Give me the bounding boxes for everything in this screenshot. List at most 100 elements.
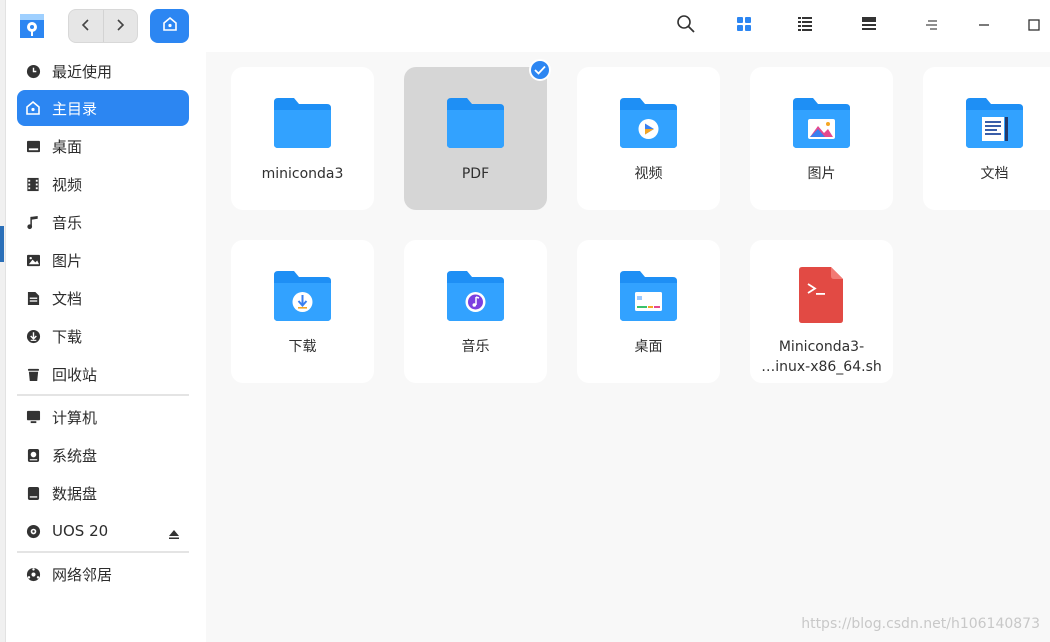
file-name: 图片 [807, 166, 836, 182]
sidebar-item-pictures[interactable]: 图片 [17, 242, 189, 278]
file-item[interactable]: 图片 [750, 67, 893, 210]
file-name: 视频 [634, 166, 663, 182]
file-name: 桌面 [634, 339, 663, 355]
sidebar-item-documents[interactable]: 文档 [17, 280, 189, 316]
maximize-icon [1027, 17, 1041, 36]
sidebar-item-home[interactable]: 主目录 [17, 90, 189, 126]
desktop-folder-icon [620, 271, 677, 321]
sidebar-item-label: 数据盘 [52, 484, 98, 503]
data-disk-icon [25, 485, 41, 501]
file-item-selected[interactable]: PDF [404, 67, 547, 210]
eject-icon[interactable] [169, 525, 179, 543]
chevron-left-icon [81, 17, 91, 36]
sidebar-item-label: 桌面 [52, 137, 83, 156]
background-window-accent [0, 226, 4, 262]
list-view-icon [797, 16, 813, 36]
forward-button[interactable] [102, 10, 137, 42]
sidebar-item-label: 主目录 [52, 99, 98, 118]
grid-view-icon [736, 16, 752, 36]
sidebar-item-label: 系统盘 [52, 446, 98, 465]
sidebar: 最近使用 主目录 桌面 视频 音乐 图片 文档 下载 回收站 计算机 系统盘 数… [6, 52, 206, 642]
sidebar-item-label: 网络邻居 [52, 565, 113, 584]
music-folder-icon [447, 271, 504, 321]
file-item[interactable]: miniconda3 [231, 67, 374, 210]
optical-disc-icon [25, 523, 41, 539]
home-icon [25, 100, 41, 116]
file-item[interactable]: 文档 [923, 67, 1050, 210]
file-name: Miniconda3- …inux-x86_64.sh [750, 337, 893, 377]
file-grid: miniconda3 PDF 视频 图片 文档 下载 音乐 桌面 Minicon… [206, 52, 1050, 642]
sidebar-item-label: 视频 [52, 175, 83, 194]
file-item[interactable]: 音乐 [404, 240, 547, 383]
video-folder-icon [620, 98, 677, 148]
system-disk-icon [25, 447, 41, 463]
sidebar-item-recent[interactable]: 最近使用 [17, 53, 189, 89]
desktop-icon [25, 138, 41, 154]
chevron-right-icon [115, 17, 125, 36]
file-name: 音乐 [461, 339, 490, 355]
maximize-button[interactable] [1022, 14, 1046, 38]
network-icon [25, 566, 41, 582]
main-menu-button[interactable] [920, 14, 944, 38]
sidebar-item-video[interactable]: 视频 [17, 166, 189, 202]
sidebar-item-data-disk[interactable]: 数据盘 [17, 475, 189, 511]
sidebar-item-trash[interactable]: 回收站 [17, 356, 189, 392]
selection-check-icon [529, 59, 551, 81]
home-icon [162, 16, 178, 36]
picture-folder-icon [793, 98, 850, 148]
clock-icon [25, 63, 41, 79]
search-icon [676, 14, 696, 38]
sidebar-item-uos[interactable]: UOS 20 [17, 513, 189, 549]
menu-icon [925, 17, 939, 36]
icon-view-button[interactable] [732, 14, 756, 38]
file-name: 文档 [980, 166, 1009, 182]
home-breadcrumb-button[interactable] [150, 9, 189, 43]
minimize-button[interactable] [972, 14, 996, 38]
file-item[interactable]: 桌面 [577, 240, 720, 383]
navigation-buttons [68, 9, 138, 43]
sidebar-item-computer[interactable]: 计算机 [17, 399, 189, 435]
file-item[interactable]: 视频 [577, 67, 720, 210]
video-icon [25, 176, 41, 192]
search-button[interactable] [674, 14, 698, 38]
sidebar-item-label: 下载 [52, 327, 83, 346]
title-bar [6, 0, 1050, 52]
trash-icon [25, 366, 41, 382]
picture-icon [25, 252, 41, 268]
sidebar-item-network[interactable]: 网络邻居 [17, 556, 189, 592]
computer-icon [25, 409, 41, 425]
music-icon [25, 214, 41, 230]
sidebar-item-label: 最近使用 [52, 62, 113, 81]
file-item[interactable]: Miniconda3- …inux-x86_64.sh [750, 240, 893, 383]
detail-view-icon [861, 16, 877, 36]
sidebar-item-downloads[interactable]: 下载 [17, 318, 189, 354]
detail-view-button[interactable] [857, 14, 881, 38]
sidebar-item-label: 音乐 [52, 213, 83, 232]
back-button[interactable] [69, 10, 103, 42]
sidebar-item-music[interactable]: 音乐 [17, 204, 189, 240]
folder-icon [274, 98, 331, 148]
watermark: https://blog.csdn.net/h106140873 [801, 616, 1040, 632]
sidebar-item-system-disk[interactable]: 系统盘 [17, 437, 189, 473]
download-icon [25, 328, 41, 344]
sidebar-item-label: UOS 20 [52, 522, 109, 540]
shell-script-icon [799, 267, 843, 323]
folder-icon [447, 98, 504, 148]
sidebar-divider [17, 551, 189, 553]
file-name-line: Miniconda3- [778, 339, 865, 355]
sidebar-item-label: 回收站 [52, 365, 98, 384]
file-manager-icon[interactable] [18, 10, 46, 40]
sidebar-item-label: 图片 [52, 251, 83, 270]
download-folder-icon [274, 271, 331, 321]
sidebar-divider [17, 394, 189, 396]
sidebar-item-desktop[interactable]: 桌面 [17, 128, 189, 164]
file-name: miniconda3 [261, 166, 344, 182]
minimize-icon [977, 17, 991, 36]
document-folder-icon [966, 98, 1023, 148]
sidebar-item-label: 计算机 [52, 408, 98, 427]
file-item[interactable]: 下载 [231, 240, 374, 383]
file-name-line: …inux-x86_64.sh [761, 359, 882, 375]
file-name: PDF [461, 166, 490, 182]
list-view-button[interactable] [793, 14, 817, 38]
document-icon [25, 290, 41, 306]
